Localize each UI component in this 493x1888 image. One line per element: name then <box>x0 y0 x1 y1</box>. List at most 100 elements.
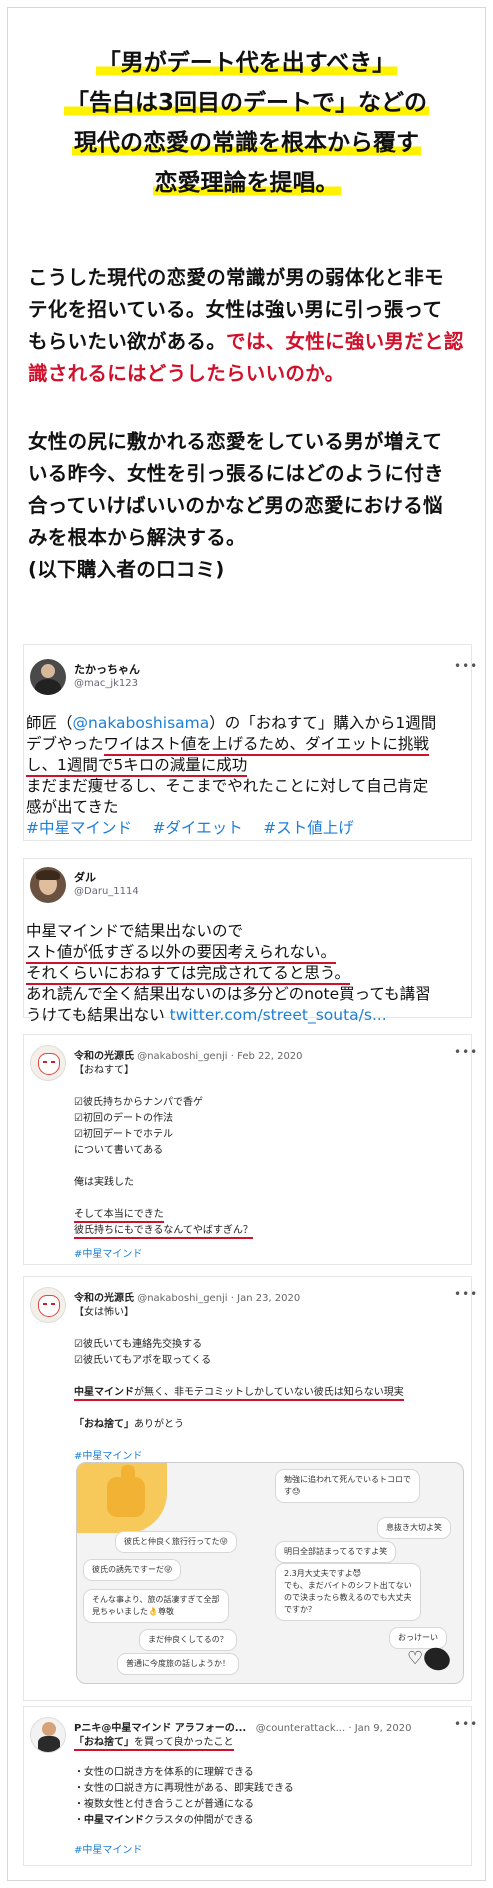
fox-mask-avatar[interactable] <box>30 1045 66 1081</box>
author-handle[interactable]: @Daru_1114 <box>74 886 139 897</box>
intro-line: テ化を招いている。女性は強い男に引っ張って <box>28 298 443 321</box>
chat-bubble-left: 普通に今度旅の話しようか！ <box>117 1653 239 1675</box>
tweet-card-2[interactable]: ダル @Daru_1114 中星マインドで結果出ないので スト値が低すぎる以外の… <box>23 858 472 1024</box>
hashtag-link[interactable]: #ダイエット <box>152 819 242 837</box>
underlined-text: し、1週間で5キロの減量に成功 <box>26 756 248 777</box>
text-line: について書いてある <box>74 1145 164 1156</box>
text-line: 【女は怖い】 <box>74 1307 134 1318</box>
text-segment: うけても結果出ない <box>26 1006 170 1024</box>
text-segment: デブやった <box>26 735 104 753</box>
tweet-card-3[interactable]: 令和の光源氏 @nakaboshi_genji · Feb 22, 2020 •… <box>23 1034 477 1265</box>
text-line: 感が出てきた <box>26 798 119 816</box>
text-line: あれ読んで全く結果出ないのは多分どのnote買っても講習 <box>26 985 431 1003</box>
chat-bubble-right: 勉強に追われて死んでいるトコロで す😓 <box>275 1469 420 1503</box>
chat-bubble-right: 明日全部詰まってるですよ笑 <box>275 1541 397 1563</box>
text-segment: ・ <box>74 1815 84 1826</box>
text-segment: 「おね捨て」 <box>74 1419 134 1430</box>
more-icon[interactable]: ••• <box>454 1287 478 1301</box>
tweet-card-5[interactable]: Pニキ@中星マインド アラフォーの... @counterattack... ·… <box>23 1706 477 1866</box>
hero-line-2: 「告白は3回目のデートで」などの <box>63 88 429 118</box>
underlined-text: を買って良かったこと <box>134 1737 234 1748</box>
bullet-item: ・女性の口説き方に再現性がある、即実践できる <box>74 1783 294 1794</box>
more-icon[interactable]: ••• <box>454 659 478 673</box>
text-line: ☑彼氏いてもアポを取ってくる <box>74 1355 212 1366</box>
underlined-text: 中星マインド <box>74 1387 134 1398</box>
more-icon[interactable]: ••• <box>454 1717 478 1731</box>
text-line: 俺は実践した <box>74 1177 134 1188</box>
chat-screenshot-image[interactable]: 彼氏と仲良く旅行行ってた😜 彼氏の誘先ですーだ😜 そんな事より、旅の話凄すぎて全… <box>76 1462 464 1684</box>
more-icon[interactable]: ••• <box>454 1045 478 1059</box>
author-name[interactable]: たかっちゃん <box>74 661 140 677</box>
chat-bubble-left: 彼氏の誘先ですーだ😜 <box>83 1559 182 1581</box>
hashtag-link[interactable]: #スト値上げ <box>263 819 354 837</box>
tweet-meta: 令和の光源氏 @nakaboshi_genji · Feb 22, 2020 <box>74 1047 303 1062</box>
tweet-text: 「おね捨て」を買って良かったこと ・女性の口説き方を体系的に理解できる ・女性の… <box>74 1735 294 1859</box>
chat-bubble-right: 息抜き大切よ笑 <box>377 1517 451 1539</box>
underlined-text: スト値が低すぎる以外の要因考えられない。 <box>26 943 337 964</box>
thumbs-up-icon <box>77 1463 167 1533</box>
text-segment: ありがとう <box>134 1419 184 1430</box>
text-line: まだまだ痩せるし、そこまでやれたことに対して自己肯定 <box>26 777 429 795</box>
avatar[interactable] <box>30 1717 66 1753</box>
intro-highlight: では、女性に強い男だと認 <box>226 330 464 353</box>
mention-link[interactable]: @nakaboshisama <box>73 714 210 732</box>
hero-line-3: 現代の恋愛の常識を根本から覆す <box>72 128 421 158</box>
author-name[interactable]: 令和の光源氏 <box>74 1293 134 1304</box>
body-line: みを根本から解決する。 <box>28 526 246 549</box>
reviews-intro: (以下購入者の口コミ) <box>28 558 225 581</box>
chat-bubble-left: まだ仲良くしてるの？ <box>139 1629 237 1651</box>
author-name[interactable]: ダル <box>74 869 96 885</box>
body-line: いる昨今、女性を引っ張るにはどのように付き <box>28 462 444 485</box>
hero-heading: 「男がデート代を出すべき」 「告白は3回目のデートで」などの 現代の恋愛の常識を… <box>0 48 493 208</box>
underlined-text: 彼氏持ちにもできるなんてやばすぎん？ <box>74 1225 253 1239</box>
text-line: ☑初回デートでホテル <box>74 1129 173 1140</box>
url-link[interactable]: twitter.com/street_souta/s... <box>170 1006 387 1024</box>
underlined-text: そして本当にできた <box>74 1209 164 1223</box>
text-segment: クラスタの仲間ができる <box>144 1815 254 1826</box>
hashtag-link[interactable]: #中星マインド <box>74 1247 253 1263</box>
tweet-text: 【女は怖い】 ☑彼氏いても連絡先交換する ☑彼氏いてもアポを取ってくる 中星マイ… <box>74 1305 404 1465</box>
tweet-meta: Pニキ@中星マインド アラフォーの... @counterattack... ·… <box>74 1719 411 1734</box>
author-handle[interactable]: @mac_jk123 <box>74 678 138 689</box>
intro-paragraph: こうした現代の恋愛の常識が男の弱体化と非モ テ化を招いている。女性は強い男に引っ… <box>28 262 468 390</box>
tweet-text: 【おねすて】 ☑彼氏持ちからナンパで香ゲ ☑初回のデートの作法 ☑初回デートでホ… <box>74 1063 253 1263</box>
hashtag-link[interactable]: #中星マインド <box>74 1843 294 1859</box>
author-name[interactable]: Pニキ@中星マインド アラフォーの... <box>74 1723 246 1734</box>
body-paragraph: 女性の尻に敷かれる恋愛をしている男が増えて いる昨今、女性を引っ張るにはどのよう… <box>28 426 468 586</box>
hero-line-4: 恋愛理論を提唱。 <box>152 168 341 198</box>
text-line: ☑彼氏いても連絡先交換する <box>74 1339 203 1350</box>
intro-line: こうした現代の恋愛の常識が男の弱体化と非モ <box>28 266 444 289</box>
body-line: 合っていけばいいのかなど男の恋愛における悩 <box>28 494 443 517</box>
tweet-meta: 令和の光源氏 @nakaboshi_genji · Jan 23, 2020 <box>74 1289 300 1304</box>
avatar[interactable] <box>30 659 66 695</box>
author-name[interactable]: 令和の光源氏 <box>74 1051 134 1062</box>
chat-bubble-right: 2.3月大丈夫ですよ😈 でも、まだバイトのシフト出てない ので決まったら教えるの… <box>275 1563 421 1621</box>
hero-line-1: 「男がデート代を出すべき」 <box>95 48 398 78</box>
text-line: 中星マインドで結果出ないので <box>26 922 244 940</box>
author-handle[interactable]: @counterattack... · Jan 9, 2020 <box>256 1723 412 1734</box>
text-line: ☑彼氏持ちからナンパで香ゲ <box>74 1097 203 1108</box>
tweet-text: 中星マインドで結果出ないので スト値が低すぎる以外の要因考えられない。 それくら… <box>26 921 431 1026</box>
underlined-text: それくらいにおねすては完成されてると思う。 <box>26 964 350 985</box>
text-segment: 中星マインド <box>84 1815 144 1826</box>
body-line: 女性の尻に敷かれる恋愛をしている男が増えて <box>28 430 443 453</box>
chat-bubble-left: そんな事より、旅の話凄すぎて全部 見ちゃいました👌尊敬 <box>83 1589 229 1623</box>
underlined-text: 「おね捨て」 <box>74 1737 134 1748</box>
text-line: 【おねすて】 <box>74 1065 135 1076</box>
underlined-text: が無く、非モテコミットしかしていない彼氏は知らない現実 <box>134 1387 404 1398</box>
tweet-text: 師匠（@nakaboshisama）の「おねすて」購入から1週間 デブやったワイ… <box>26 713 436 839</box>
author-handle[interactable]: @nakaboshi_genji · Jan 23, 2020 <box>137 1293 300 1304</box>
text-segment: 師匠（ <box>26 714 73 732</box>
author-handle[interactable]: @nakaboshi_genji · Feb 22, 2020 <box>137 1051 302 1062</box>
hashtag-link[interactable]: #中星マインド <box>26 819 132 837</box>
intro-line: もらいたい欲がある。 <box>28 330 227 353</box>
heart-icon: ♡ <box>407 1648 424 1669</box>
chat-bubble-right: おっけーい <box>389 1627 447 1649</box>
chat-bubble-left: 彼氏と仲良く旅行行ってた😜 <box>115 1531 237 1553</box>
fox-mask-avatar[interactable] <box>30 1287 66 1323</box>
text-segment: ）の「おねすて」購入から1週間 <box>209 714 437 732</box>
bullet-item: ・複数女性と付き合うことが普通になる <box>74 1799 254 1810</box>
bullet-item: ・女性の口説き方を体系的に理解できる <box>74 1767 254 1778</box>
avatar[interactable] <box>30 867 66 903</box>
tweet-card-1[interactable]: たかっちゃん @mac_jk123 ••• 師匠（@nakaboshisama）… <box>23 644 477 841</box>
